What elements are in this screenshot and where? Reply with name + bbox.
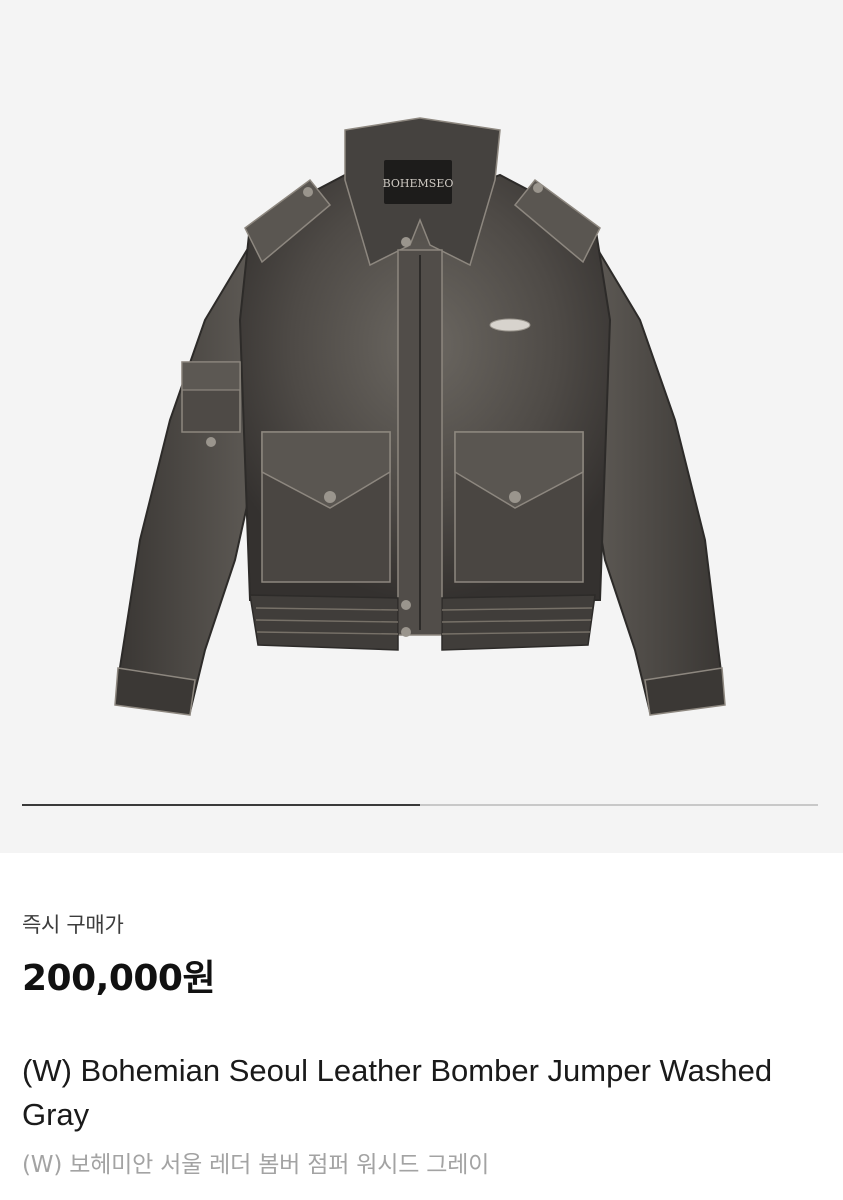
hem-snap-right <box>401 627 411 637</box>
product-title-en: (W) Bohemian Seoul Leather Bomber Jumper… <box>22 1053 773 1132</box>
carousel-progress-fill <box>22 804 420 806</box>
sleeve-pocket-snap <box>206 437 216 447</box>
left-pocket-snap <box>324 491 336 503</box>
sleeve-pocket-flap <box>181 361 241 391</box>
product-image-carousel[interactable]: BOHEMSEO <box>0 0 843 853</box>
collar-snap <box>401 237 411 247</box>
instant-buy-price: 200,000원 <box>22 958 216 999</box>
brand-label-text: BOHEMSEO <box>383 177 454 190</box>
right-shoulder-snap <box>533 183 543 193</box>
hem-snap-left <box>401 600 411 610</box>
left-shoulder-snap <box>303 187 313 197</box>
chest-badge <box>489 318 531 332</box>
instant-buy-price-label: 즉시 구매가 <box>22 913 124 937</box>
left-sleeve <box>116 241 257 714</box>
product-image[interactable]: BOHEMSEO <box>0 0 843 853</box>
carousel-progress-track <box>22 804 818 806</box>
right-pocket-snap <box>509 491 521 503</box>
product-title-ko: (W) 보헤미안 서울 레더 봄버 점퍼 워시드 그레이 <box>22 1152 490 1178</box>
product-page: BOHEMSEO 즉시 구매가 200,000원 (W) Bohemian Se… <box>0 0 843 1200</box>
